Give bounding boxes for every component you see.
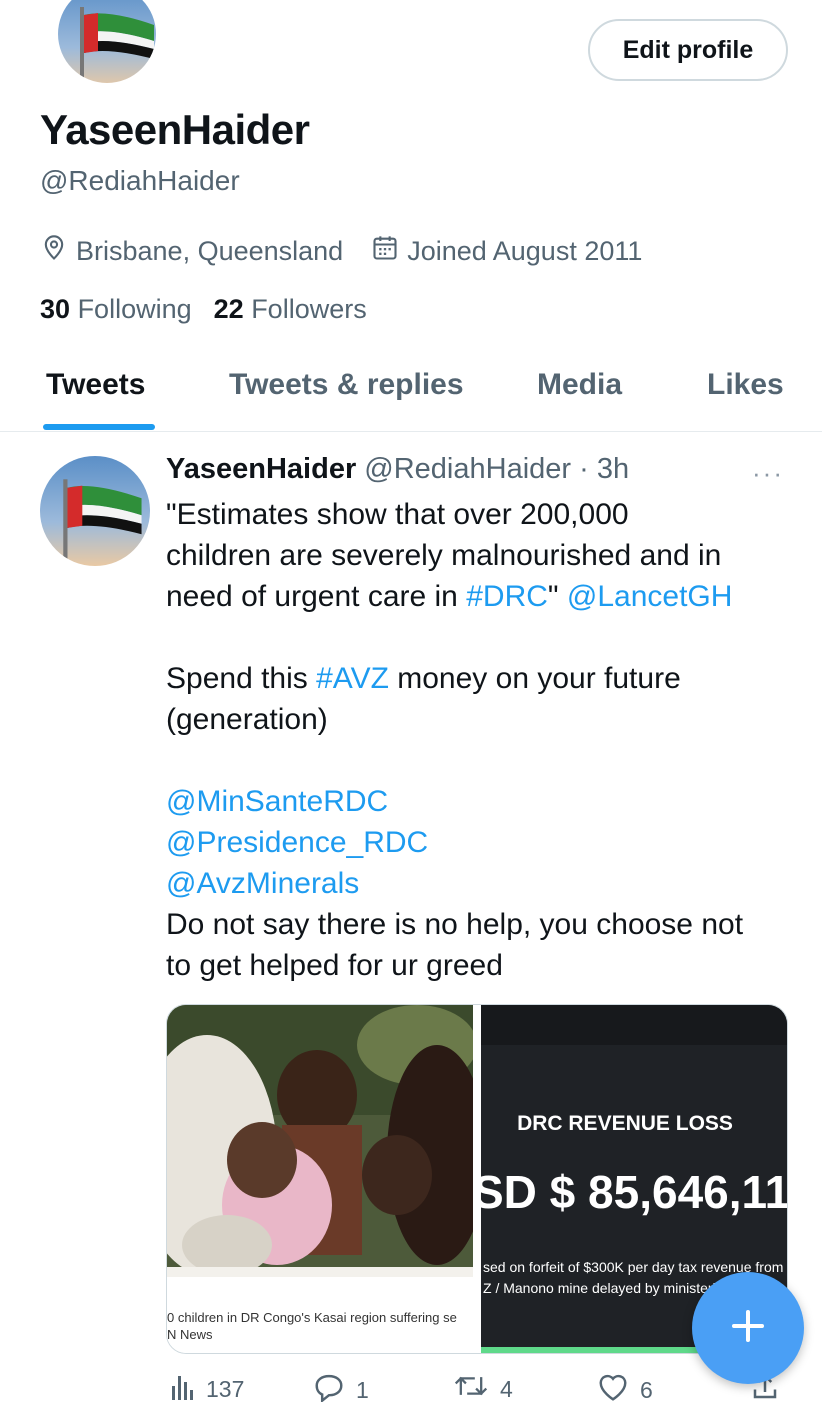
views-action[interactable]: 137 [170,1372,244,1406]
news-photo [167,1005,487,1277]
tab-likes[interactable]: Likes [707,368,784,402]
tweet-line: need of urgent care in #DRC" @LancetGH [166,576,806,617]
tweet-text-fragment: money on your future [388,662,681,695]
retweet-icon [452,1372,500,1406]
tab-media[interactable]: Media [537,368,622,402]
tweet-line: Spend this #AVZ money on your future [166,658,806,699]
tweet-author-handle-time[interactable]: @RediahHaider · 3h [364,453,629,485]
follow-stats: 30 Following 22 Followers [40,294,389,325]
following-count: 30 [40,294,71,324]
edit-profile-button[interactable]: Edit profile [588,19,788,81]
location: Brisbane, Queensland [40,234,343,269]
tweet-line: to get helped for ur greed [166,949,503,982]
tweet-line: children are severely malnourished and i… [166,539,722,572]
following-label: Following [77,294,192,324]
graphic-topbar [481,1005,787,1045]
tweet-line: (generation) [166,703,328,736]
tweet-line: Do not say there is no help, you choose … [166,908,744,941]
news-caption-line: 0 children in DR Congo's Kasai region su… [167,1310,457,1325]
followers-count: 22 [213,294,244,324]
profile-name: YaseenHaider [40,106,310,153]
revenue-loss-title: DRC REVENUE LOSS [517,1112,733,1135]
tweet-text-fragment: Spend this [166,662,317,695]
retweet-count: 4 [500,1375,513,1402]
news-caption: 0 children in DR Congo's Kasai region su… [167,1309,473,1343]
views-icon [170,1372,206,1406]
location-icon [40,234,76,269]
calendar-icon [371,234,407,269]
tab-tweets[interactable]: Tweets [46,368,145,402]
revenue-loss-amount: SD $ 85,646,11 [481,1166,788,1218]
tweet-media-card[interactable]: 0 children in DR Congo's Kasai region su… [166,1004,788,1354]
profile-meta: Brisbane, Queensland Joined August 2011 [40,234,670,269]
profile-handle: @RediahHaider [40,165,240,196]
joined-text: Joined August 2011 [407,236,643,266]
tweet-author-name[interactable]: YaseenHaider [166,453,356,485]
mention-link[interactable]: @LancetGH [567,580,733,613]
tweet-text: "Estimates show that over 200,000 childr… [166,494,806,986]
like-action[interactable]: 6 [596,1372,653,1407]
tab-tweets-replies[interactable]: Tweets & replies [229,368,464,402]
mention-link[interactable]: @AvzMinerals [166,863,806,904]
hashtag-link[interactable]: #DRC [466,580,548,613]
tweet-line: "Estimates show that over 200,000 [166,498,629,531]
more-icon[interactable]: ··· [752,458,784,489]
joined: Joined August 2011 [371,234,642,269]
like-count: 6 [640,1376,653,1403]
followers-link[interactable]: 22 Followers [214,294,367,325]
compose-plus-icon [728,1306,768,1351]
mention-link[interactable]: @Presidence_RDC [166,822,806,863]
profile-tabs: Tweets Tweets & replies Media Likes [0,350,822,432]
hashtag-link[interactable]: #AVZ [316,662,389,695]
tweet-text-fragment: " [547,580,567,613]
following-link[interactable]: 30 Following [40,294,192,325]
compose-tweet-button[interactable] [692,1272,804,1384]
like-icon [596,1372,640,1407]
active-tab-indicator [43,424,155,430]
mention-link[interactable]: @MinSanteRDC [166,781,806,822]
media-left-article[interactable]: 0 children in DR Congo's Kasai region su… [167,1005,487,1353]
tweet-avatar[interactable] [40,456,150,566]
profile-avatar[interactable] [55,0,159,86]
tweet-header: YaseenHaider @RediahHaider · 3h [166,453,629,486]
retweet-action[interactable]: 4 [452,1372,513,1406]
reply-action[interactable]: 1 [312,1372,369,1407]
location-text: Brisbane, Queensland [76,236,344,266]
followers-label: Followers [251,294,367,324]
tweet-text-fragment: need of urgent care in [166,580,467,613]
reply-icon [312,1372,356,1407]
tweet-actions: 137 1 4 6 [166,1372,806,1407]
revenue-loss-note: Z / Manono mine delayed by ministeri [483,1280,716,1296]
reply-count: 1 [356,1376,369,1403]
views-count: 137 [206,1375,245,1402]
news-source: N News [167,1327,213,1342]
